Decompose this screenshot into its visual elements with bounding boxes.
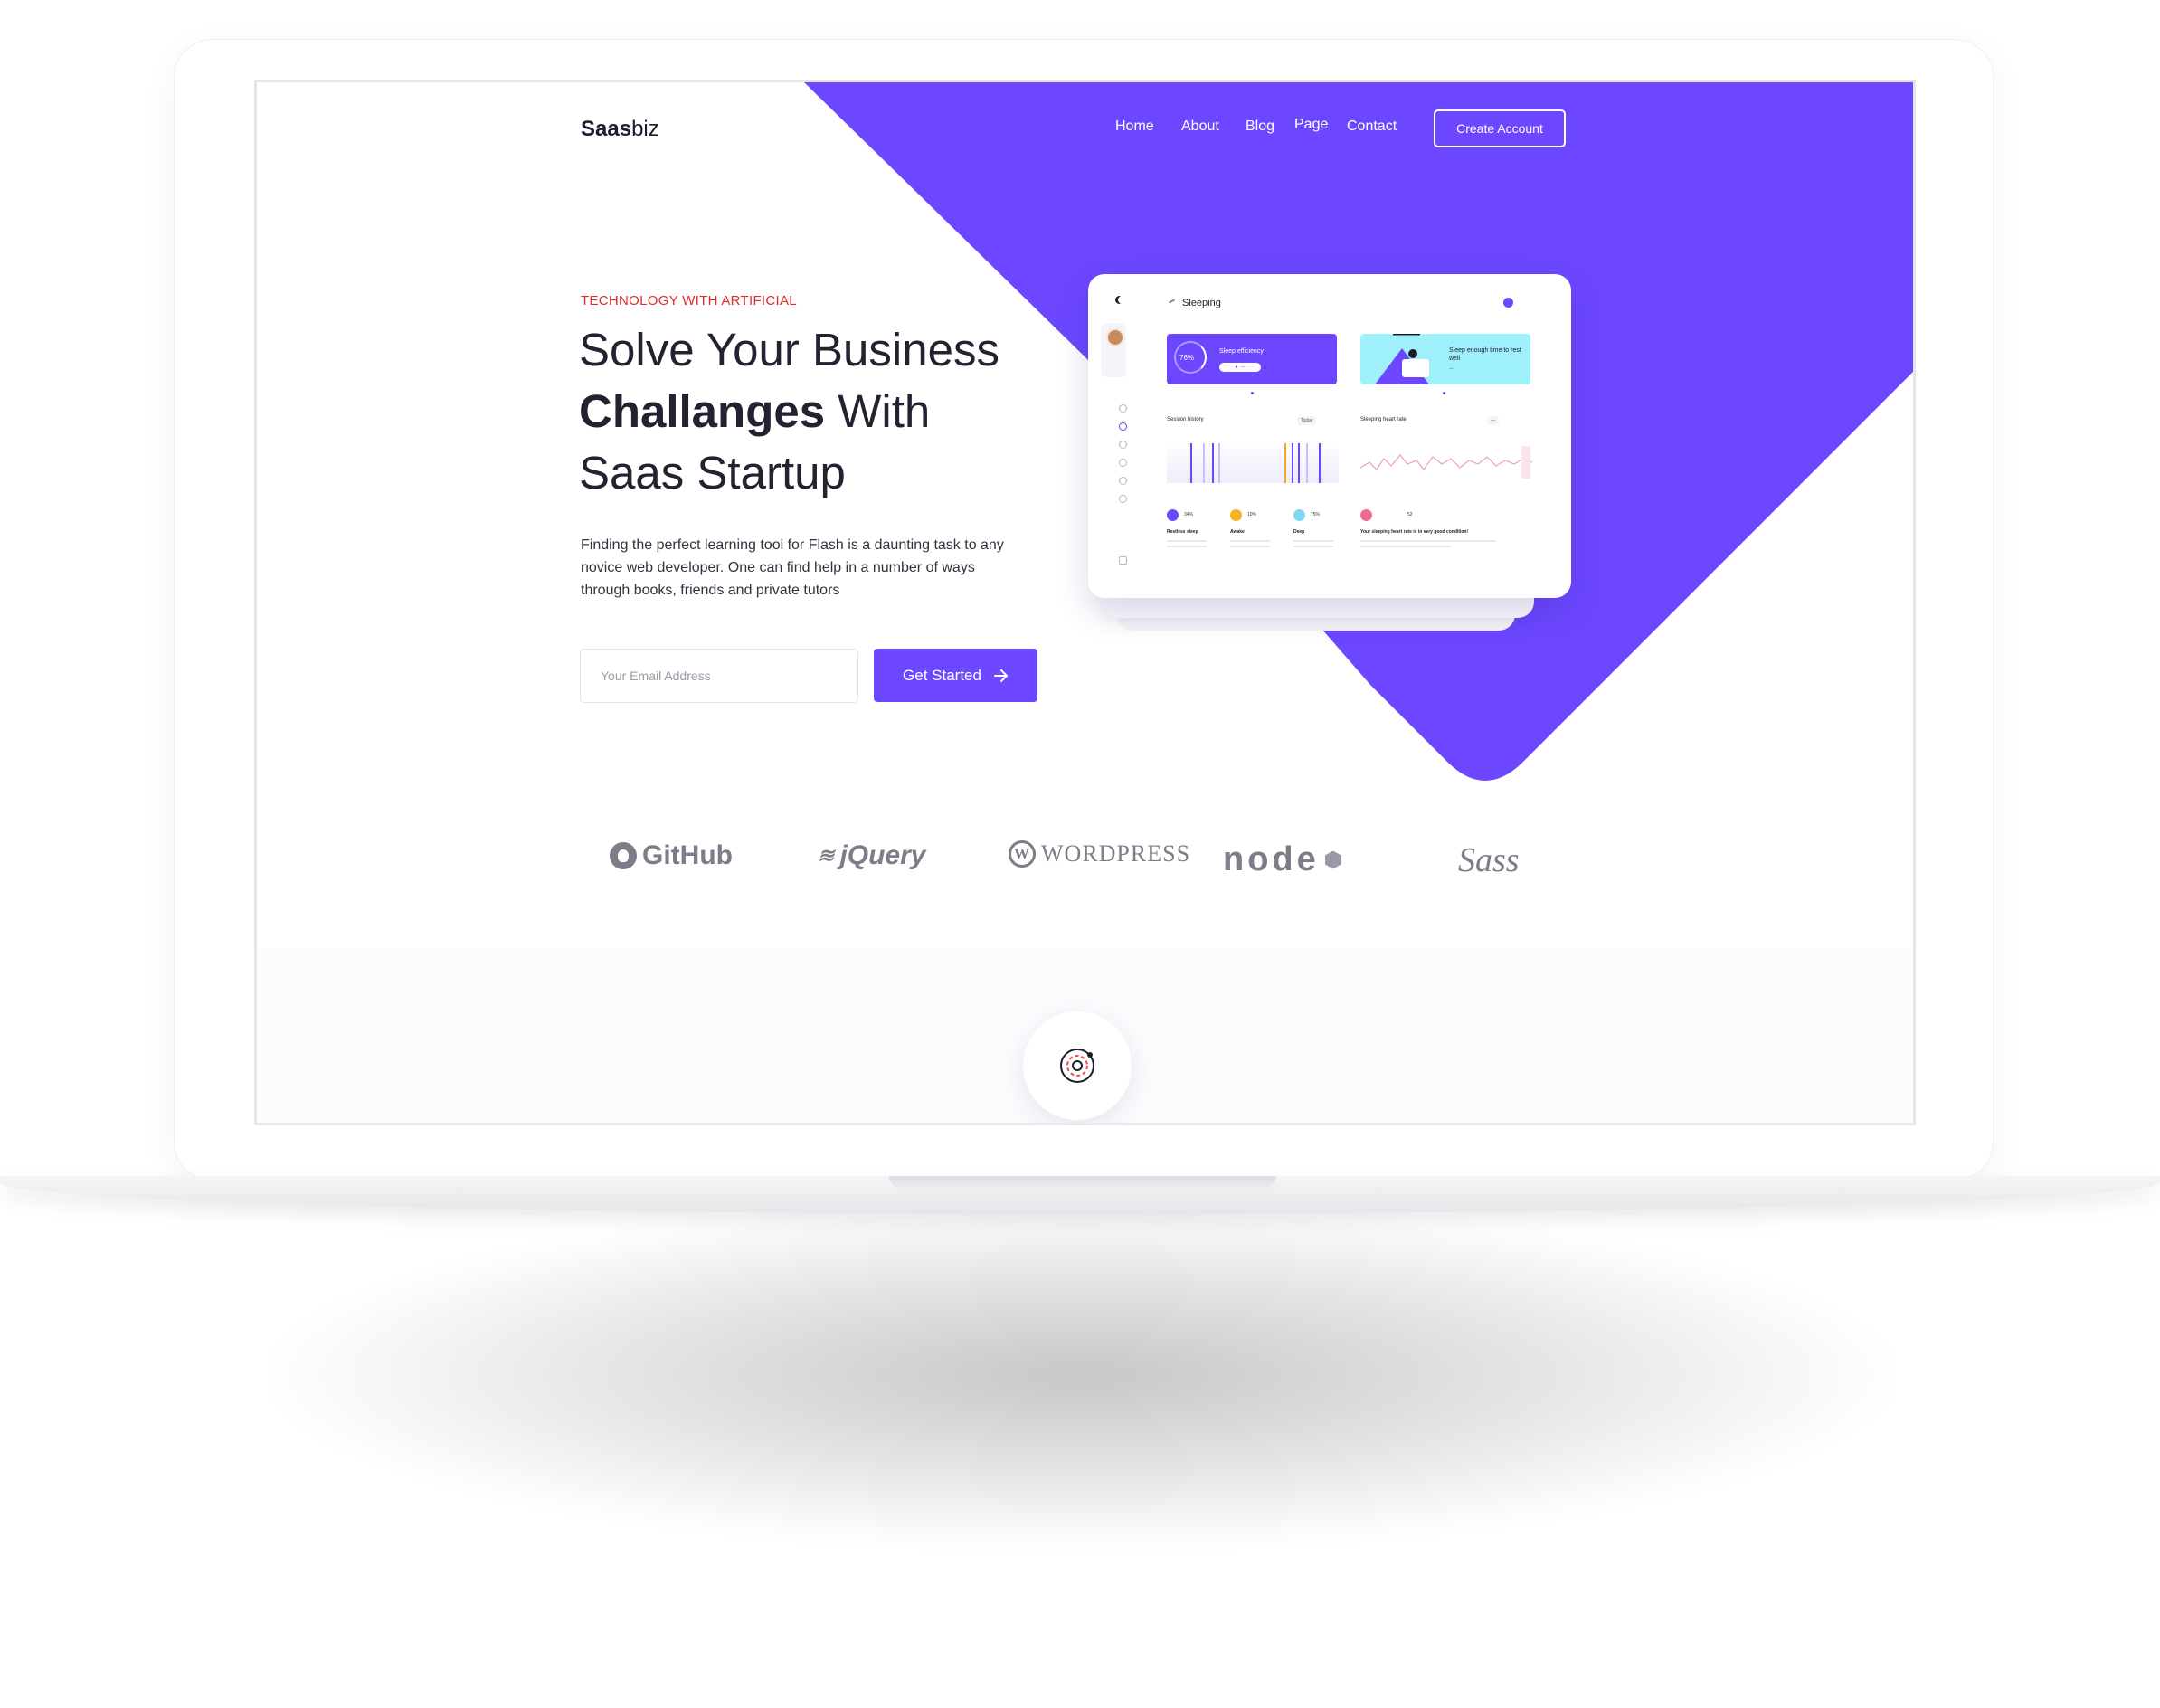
dashboard-sidebar — [1088, 274, 1135, 598]
text-line — [1293, 540, 1333, 542]
website-screen: Saasbiz Home About Blog Page Contact Cre… — [254, 80, 1916, 1125]
jquery-logo: ≋ jQuery — [818, 840, 926, 870]
restless-icon — [1167, 509, 1179, 521]
session-history-title: Session history — [1167, 417, 1204, 422]
dashboard-preview: Sleeping 76% Sleep efficiency ● — Sleep … — [1088, 274, 1571, 598]
text-line — [1167, 540, 1207, 542]
hero-title: Solve Your Business Challanges With Saas… — [579, 324, 999, 498]
nav-link-about[interactable]: About — [1181, 119, 1219, 135]
wordpress-logo: W WordPress — [1009, 840, 1190, 868]
orbit-icon — [1060, 1049, 1094, 1083]
time-pill: ● — — [1219, 363, 1261, 372]
nav-icon — [1119, 441, 1127, 449]
session-history-chart — [1167, 440, 1339, 483]
nav-icon — [1119, 495, 1127, 503]
awake-icon — [1230, 509, 1242, 521]
carousel-dot — [1251, 392, 1254, 394]
text-line — [1167, 546, 1207, 547]
github-icon — [610, 842, 637, 869]
sleeping-illustration — [1375, 334, 1429, 384]
laptop-shadow — [271, 1203, 1890, 1547]
text-line — [1360, 540, 1496, 542]
site-logo[interactable]: Saasbiz — [581, 117, 659, 142]
nav-icon — [1119, 422, 1127, 431]
carousel-dot — [1443, 392, 1445, 394]
user-avatar — [1503, 298, 1513, 308]
get-started-button[interactable]: Get Started — [874, 649, 1037, 702]
heart-note: Your sleeping heart rate is in very good… — [1360, 529, 1469, 535]
hero-eyebrow: TECHNOLOGY WITH ARTIFICIAL — [581, 293, 797, 308]
nav-icon — [1119, 477, 1127, 485]
laptop-notch — [889, 1176, 1276, 1188]
wordpress-icon: W — [1009, 840, 1036, 868]
arrow-right-icon — [993, 669, 1008, 682]
heart-rate-title: Sleeping heart rate — [1360, 417, 1407, 422]
nav-icon — [1119, 404, 1127, 413]
nav-link-page[interactable]: Page — [1294, 117, 1328, 133]
nodejs-hex-icon — [1324, 850, 1341, 869]
efficiency-label: Sleep efficiency — [1219, 348, 1264, 355]
text-line — [1230, 546, 1270, 547]
nav-icon — [1119, 459, 1127, 467]
tip-sub: — — [1449, 366, 1454, 372]
logout-icon — [1119, 556, 1127, 565]
text-line — [1360, 546, 1451, 547]
nav-link-blog[interactable]: Blog — [1246, 119, 1274, 135]
sleep-efficiency-card: 76% Sleep efficiency ● — — [1167, 334, 1337, 384]
deep-value: 75% — [1311, 512, 1321, 517]
session-filter: Today — [1297, 416, 1317, 425]
nav-link-home[interactable]: Home — [1115, 119, 1154, 135]
restless-label: Restless sleep — [1167, 529, 1198, 535]
deep-label: Deep — [1293, 529, 1305, 535]
deep-icon — [1293, 509, 1305, 521]
date-filter: — — [1487, 416, 1499, 425]
awake-value: 10% — [1247, 512, 1257, 517]
efficiency-value: 76% — [1179, 354, 1195, 362]
heart-rate-chart — [1360, 446, 1532, 479]
tip-label: Sleep enough time to rest well — [1449, 347, 1521, 362]
dashboard-title: Sleeping — [1182, 298, 1221, 308]
email-input[interactable] — [580, 649, 858, 703]
github-logo: GitHub — [610, 840, 733, 871]
jquery-swirl-icon: ≋ — [818, 844, 835, 867]
heart-icon — [1360, 509, 1372, 521]
restless-value: 34% — [1184, 512, 1194, 517]
scroll-badge[interactable] — [1023, 1011, 1132, 1120]
moon-icon — [1118, 296, 1126, 304]
nav-link-contact[interactable]: Contact — [1347, 119, 1397, 135]
create-account-button[interactable]: Create Account — [1434, 109, 1566, 147]
back-icon — [1168, 299, 1176, 304]
hero-description: Finding the perfect learning tool for Fl… — [581, 537, 1004, 598]
sleep-tip-card: Sleep enough time to rest well — — [1360, 334, 1530, 384]
text-line — [1293, 546, 1333, 547]
text-line — [1230, 540, 1270, 542]
node-logo: node — [1223, 840, 1341, 879]
sass-logo: Sass — [1458, 841, 1520, 879]
heart-average-value: 52 — [1407, 512, 1413, 517]
avatar — [1106, 328, 1124, 346]
awake-label: Awake — [1230, 529, 1245, 535]
